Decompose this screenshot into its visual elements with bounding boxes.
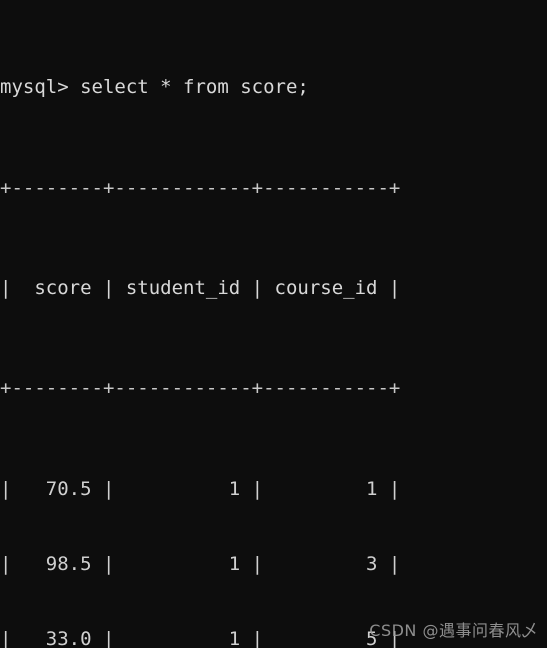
table-row: | 70.5 | 1 | 1 |: [0, 477, 401, 500]
table-top-border: +--------+------------+-----------+: [0, 176, 401, 199]
table-header-border: +--------+------------+-----------+: [0, 377, 401, 400]
terminal-screen: mysql> select * from score; +--------+--…: [0, 0, 547, 648]
table-row: | 98.5 | 1 | 3 |: [0, 553, 401, 576]
table-row: | 33.0 | 1 | 5 |: [0, 628, 401, 648]
mysql-prompt-line: mysql> select * from score;: [0, 76, 309, 99]
csdn-watermark: CSDN @遇事问春风乄: [369, 621, 538, 640]
terminal-output: mysql> select * from score; +--------+--…: [0, 0, 400, 648]
table-header-row: | score | student_id | course_id |: [0, 277, 401, 300]
